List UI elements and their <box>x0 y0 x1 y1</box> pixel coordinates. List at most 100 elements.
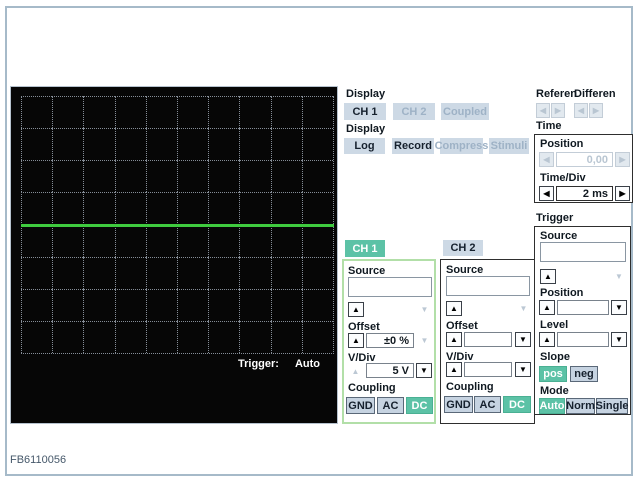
display-coupled-button[interactable]: Coupled <box>441 103 489 120</box>
up-arrow-icon: ▲ <box>543 302 551 312</box>
ch1-offset-value[interactable]: ±0 % <box>366 333 414 348</box>
ch1-source-label: Source <box>348 265 386 277</box>
ch1-panel: Source ▲ ▼ Offset ▲ ±0 % ▼ V/Div ▲ 5 V ▼… <box>342 259 436 424</box>
compress-button[interactable]: Compress <box>435 138 488 154</box>
ch1-source-input[interactable] <box>348 277 432 297</box>
trigger-source-down-button[interactable]: ▼ <box>612 270 626 283</box>
left-arrow-icon: ◀ <box>543 188 550 198</box>
ch2-vdiv-down-button[interactable]: ▼ <box>515 362 531 377</box>
display-channels-label: Display <box>346 88 386 100</box>
trigger-level-down-button[interactable]: ▼ <box>611 332 627 347</box>
ch2-vdiv-value[interactable] <box>464 362 512 377</box>
reference-next-button[interactable]: ▶ <box>551 103 565 118</box>
trigger-position-value[interactable] <box>557 300 609 315</box>
trigger-mode-label: Mode <box>540 385 569 397</box>
ch2-offset-value[interactable] <box>464 332 512 347</box>
down-arrow-icon: ▼ <box>615 271 623 281</box>
difference-label: Differen <box>574 88 616 100</box>
up-arrow-icon: ▲ <box>450 364 458 374</box>
ch1-coupling-ac-button[interactable]: AC <box>377 397 404 414</box>
ch2-coupling-ac-button[interactable]: AC <box>474 396 501 413</box>
ch1-vdiv-down-button[interactable]: ▼ <box>416 363 432 378</box>
right-arrow-icon: ▶ <box>619 188 626 198</box>
up-arrow-icon: ▲ <box>352 304 360 314</box>
up-arrow-icon: ▲ <box>544 271 552 281</box>
ch2-offset-down-button[interactable]: ▼ <box>515 332 531 347</box>
down-arrow-icon: ▼ <box>420 304 429 314</box>
ch1-coupling-gnd-button[interactable]: GND <box>346 397 375 414</box>
trigger-source-input[interactable] <box>540 242 626 262</box>
down-arrow-icon: ▼ <box>615 334 623 344</box>
mode-auto-button[interactable]: Auto <box>539 398 565 414</box>
trigger-panel: Source ▲ ▼ Position ▲ ▼ Level ▲ ▼ Slope … <box>534 226 631 415</box>
difference-next-button[interactable]: ▶ <box>589 103 603 118</box>
reference-prev-button[interactable]: ◀ <box>536 103 550 118</box>
trigger-level-value[interactable] <box>557 332 609 347</box>
timediv-label: Time/Div <box>540 172 586 184</box>
slope-pos-button[interactable]: pos <box>539 366 567 382</box>
ch2-source-up-button[interactable]: ▲ <box>446 301 462 316</box>
reference-label: Referen <box>536 88 577 100</box>
ch1-source-down-button[interactable]: ▼ <box>418 303 431 316</box>
ch1-offset-down-button[interactable]: ▼ <box>418 334 431 347</box>
trigger-label: Trigger <box>536 212 574 224</box>
trigger-level-up-button[interactable]: ▲ <box>539 332 555 347</box>
up-arrow-icon: ▲ <box>450 303 458 313</box>
ch2-coupling-gnd-button[interactable]: GND <box>444 396 473 413</box>
tab-ch2[interactable]: CH 2 <box>443 240 483 256</box>
slope-neg-button[interactable]: neg <box>570 366 598 382</box>
figure-id: FB6110056 <box>10 454 67 466</box>
time-label: Time <box>536 120 562 132</box>
trigger-status-value: Auto <box>294 358 320 370</box>
down-arrow-icon: ▼ <box>519 303 528 313</box>
down-arrow-icon: ▼ <box>420 335 429 345</box>
scope-display: Trigger: Auto <box>10 86 338 424</box>
app-window: Trigger: Auto Display CH 1 CH 2 Coupled … <box>0 0 644 486</box>
time-position-value[interactable]: 0,00 <box>556 152 613 167</box>
ch1-offset-label: Offset <box>348 321 380 333</box>
up-arrow-icon: ▲ <box>450 334 458 344</box>
ch2-offset-up-button[interactable]: ▲ <box>446 332 462 347</box>
trigger-slope-label: Slope <box>540 351 570 363</box>
ch1-coupling-label: Coupling <box>348 382 396 394</box>
ch1-offset-up-button[interactable]: ▲ <box>348 333 364 348</box>
ch1-vdiv-up-button[interactable]: ▲ <box>349 365 362 378</box>
display-modes-label: Display <box>346 123 386 135</box>
trigger-level-label: Level <box>540 319 569 331</box>
trigger-position-up-button[interactable]: ▲ <box>539 300 555 315</box>
time-position-right-button[interactable]: ▶ <box>615 152 630 167</box>
timediv-increase-button[interactable]: ▶ <box>615 186 630 201</box>
ch2-panel: Source ▲ ▼ Offset ▲ ▼ V/Div ▲ ▼ Coupling… <box>440 259 535 424</box>
ch1-vdiv-value[interactable]: 5 V <box>366 363 414 378</box>
tab-ch1[interactable]: CH 1 <box>345 240 385 257</box>
log-button[interactable]: Log <box>344 138 385 154</box>
mode-single-button[interactable]: Single <box>596 398 629 414</box>
ch1-source-up-button[interactable]: ▲ <box>348 302 364 317</box>
timediv-value[interactable]: 2 ms <box>556 186 613 201</box>
display-ch2-button[interactable]: CH 2 <box>393 103 435 120</box>
right-arrow-icon: ▶ <box>619 154 626 164</box>
stimuli-button[interactable]: Stimuli <box>489 138 529 154</box>
mode-norm-button[interactable]: Norm <box>566 398 595 414</box>
record-button[interactable]: Record <box>392 138 434 154</box>
timediv-decrease-button[interactable]: ◀ <box>539 186 554 201</box>
trigger-status: Trigger: Auto <box>238 358 320 370</box>
left-arrow-icon: ◀ <box>539 105 547 115</box>
up-arrow-icon: ▲ <box>351 366 360 376</box>
trigger-position-down-button[interactable]: ▼ <box>611 300 627 315</box>
difference-prev-button[interactable]: ◀ <box>574 103 588 118</box>
trigger-source-up-button[interactable]: ▲ <box>540 269 556 284</box>
down-arrow-icon: ▼ <box>519 364 527 374</box>
ch2-offset-label: Offset <box>446 320 478 332</box>
ch2-coupling-dc-button[interactable]: DC <box>503 396 531 413</box>
ch2-source-down-button[interactable]: ▼ <box>517 302 530 315</box>
time-panel: Position ◀ 0,00 ▶ Time/Div ◀ 2 ms ▶ <box>534 134 633 203</box>
time-position-left-button[interactable]: ◀ <box>539 152 554 167</box>
down-arrow-icon: ▼ <box>519 334 527 344</box>
right-arrow-icon: ▶ <box>592 105 600 115</box>
ch2-vdiv-up-button[interactable]: ▲ <box>446 362 462 377</box>
ch1-coupling-dc-button[interactable]: DC <box>406 397 433 414</box>
trigger-source-label: Source <box>540 230 578 242</box>
display-ch1-button[interactable]: CH 1 <box>344 103 386 120</box>
ch2-source-input[interactable] <box>446 276 530 296</box>
